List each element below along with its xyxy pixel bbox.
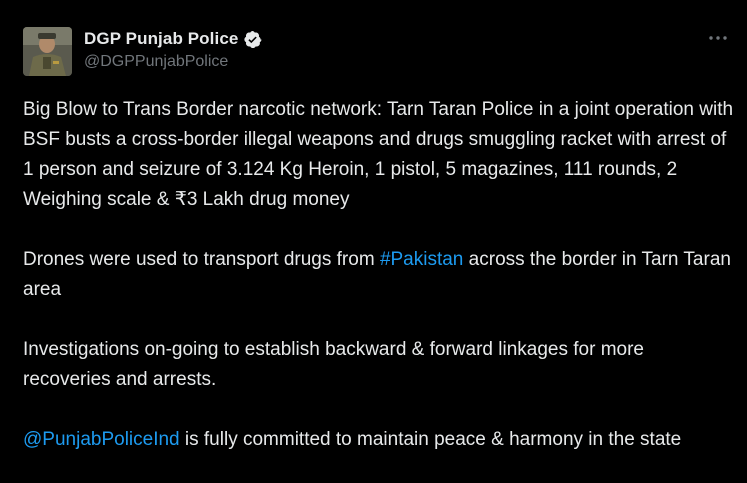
more-horizontal-icon bbox=[709, 36, 727, 40]
tweet-paragraph-1: Big Blow to Trans Border narcotic networ… bbox=[23, 99, 734, 210]
author-display-name[interactable]: DGP Punjab Police bbox=[84, 29, 238, 49]
author-name-row: DGP Punjab Police bbox=[84, 27, 262, 51]
avatar[interactable] bbox=[23, 27, 72, 76]
more-options-button[interactable] bbox=[707, 26, 729, 50]
hashtag-link[interactable]: #Pakistan bbox=[380, 249, 463, 270]
tweet-text: is fully committed to maintain peace & h… bbox=[179, 429, 682, 450]
tweet-text: Drones were used to transport drugs from bbox=[23, 249, 380, 270]
verified-badge-icon bbox=[243, 30, 262, 49]
tweet-paragraph-4: @PunjabPoliceInd is fully committed to m… bbox=[23, 425, 735, 455]
tweet-paragraph-3: Investigations on-going to establish bac… bbox=[23, 339, 644, 390]
author-handle[interactable]: @DGPPunjabPolice bbox=[84, 53, 228, 71]
mention-link[interactable]: @PunjabPoliceInd bbox=[23, 429, 180, 450]
tweet-paragraph-2: Drones were used to transport drugs from… bbox=[23, 245, 735, 305]
avatar-image bbox=[23, 27, 72, 76]
tweet-body: Big Blow to Trans Border narcotic networ… bbox=[23, 95, 735, 455]
tweet-card[interactable]: DGP Punjab Police @DGPPunjabPolice Big B… bbox=[0, 0, 747, 483]
